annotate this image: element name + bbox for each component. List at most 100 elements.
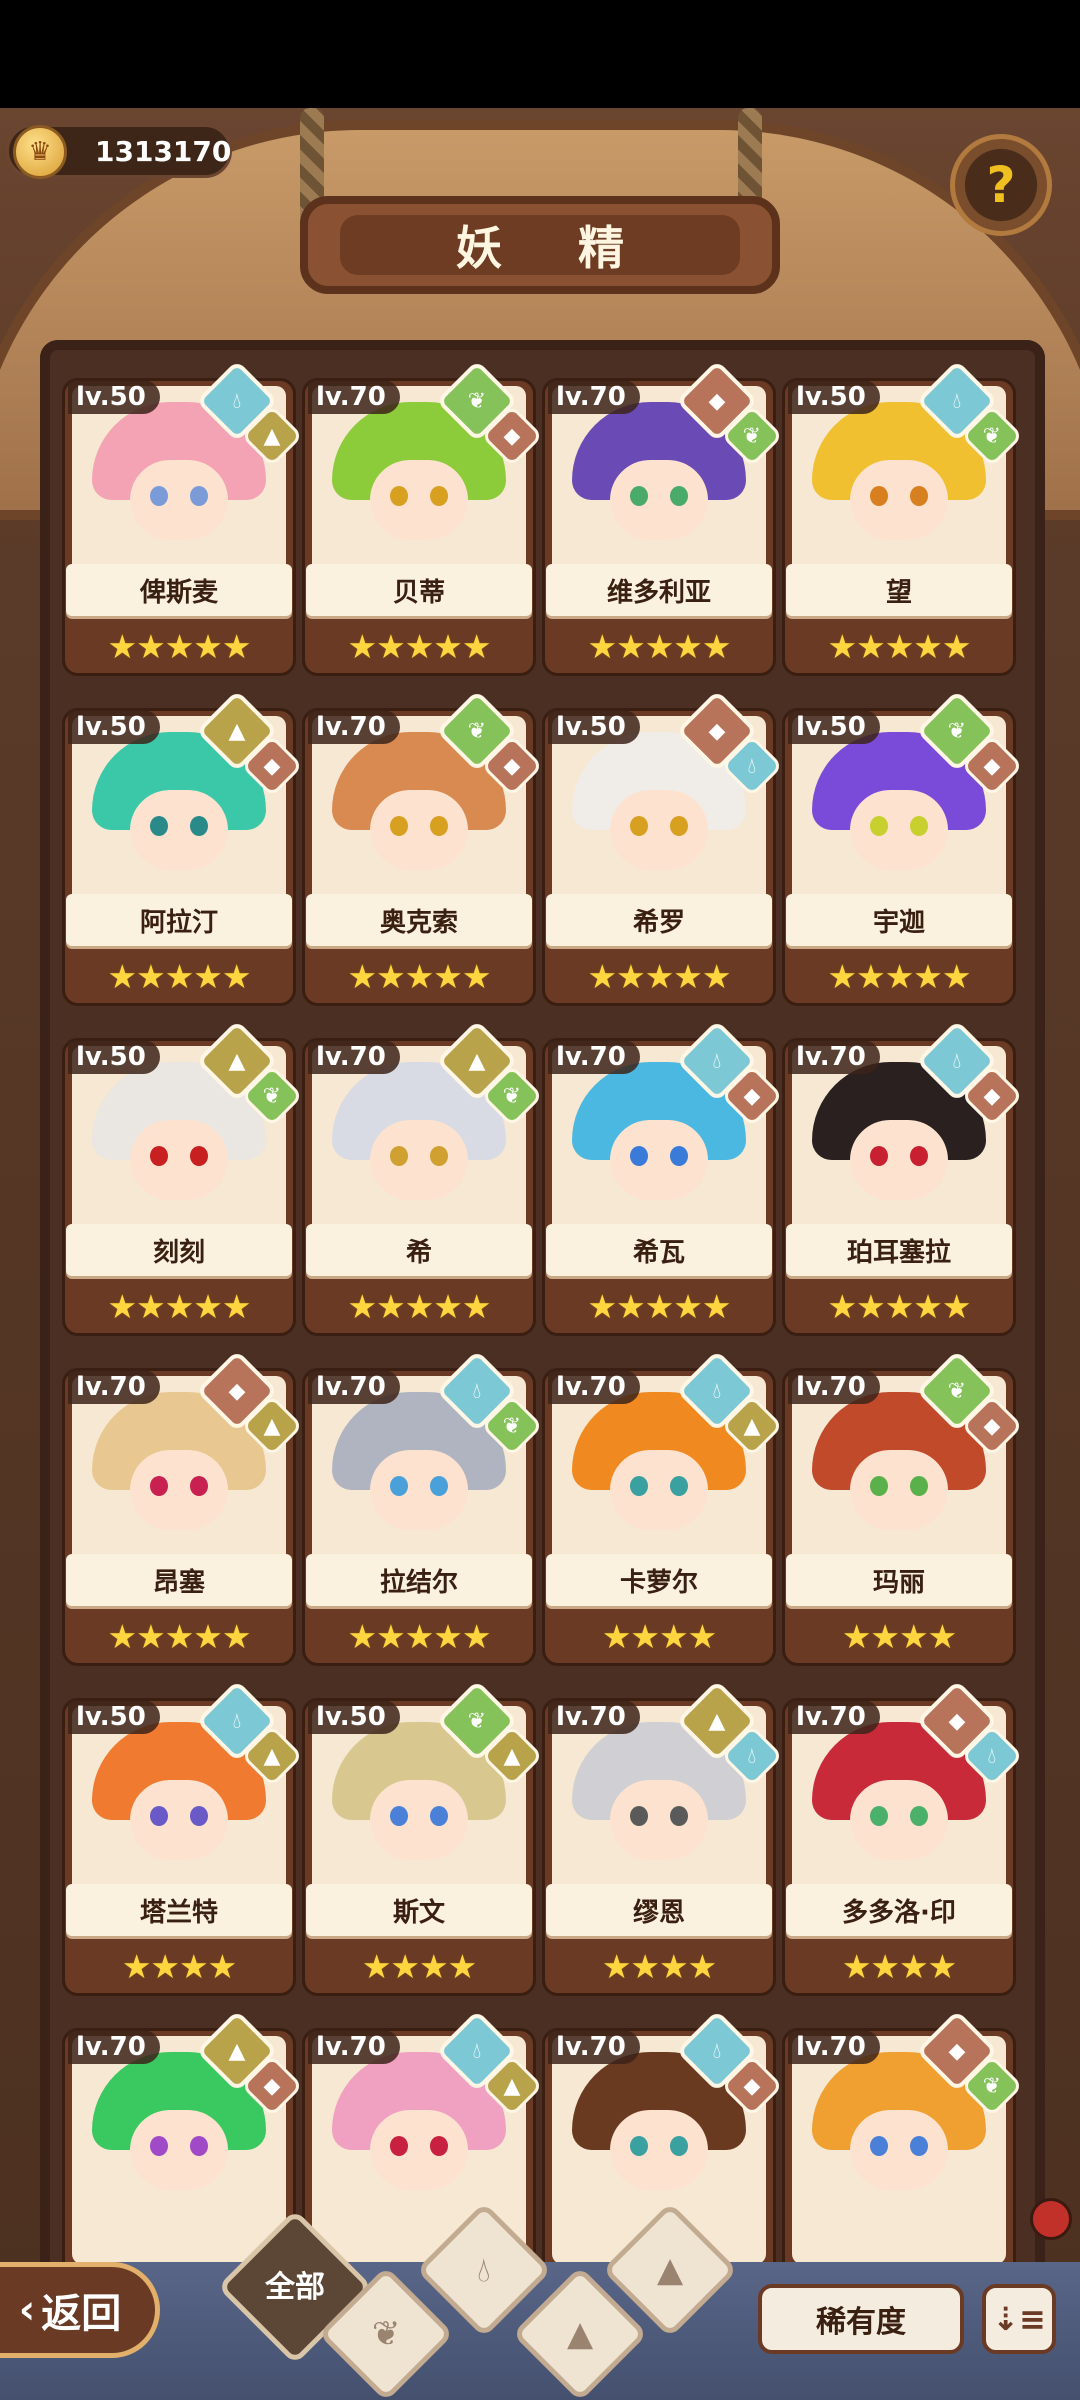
fairy-eye-left [870,2136,888,2156]
star-rating: ★★★★★ [347,626,492,666]
help-button[interactable]: ? [950,134,1052,236]
coin-amount: 1313170 [95,135,232,168]
fairy-face [850,790,948,870]
fairy-level: lv.50 [548,710,640,744]
fairy-card[interactable]: lv.50 ❦ ▲ 斯文 ★★★★ [302,1679,544,1996]
back-button-label: 返回 [41,2291,122,2337]
fairy-card[interactable]: lv.70 💧︎ ▲ 卡萝尔 ★★★★ [542,1349,784,1666]
fairy-name: 珀耳塞拉 [786,1224,1012,1276]
fairy-face [610,1450,708,1530]
fairy-name: 斯文 [306,1884,532,1936]
fairy-card[interactable]: lv.70 💧︎ ◆ 珀耳塞拉 ★★★★★ [782,1019,1024,1336]
rarity-sort-button[interactable]: 稀有度 [758,2284,964,2354]
fairy-level: lv.70 [308,380,400,414]
fairy-name: 玛丽 [786,1554,1012,1606]
fairy-name: 阿拉汀 [66,894,292,946]
star-rating: ★★★★★ [107,1286,252,1326]
fairy-level: lv.70 [308,710,400,744]
page-title: 妖 精 [340,215,740,275]
sprout-icon: ❦ [371,2314,401,2354]
fairy-eye-right [670,1146,688,1166]
fairy-eye-left [390,2136,408,2156]
fairy-face [850,1780,948,1860]
fairy-level: lv.70 [788,2030,880,2064]
star-rating: ★★★★★ [347,956,492,996]
fairy-eye-left [630,2136,648,2156]
fairy-eye-left [390,1806,408,1826]
fairy-card[interactable]: lv.50 ▲ ◆ 阿拉汀 ★★★★★ [62,689,304,1006]
fairy-card[interactable]: lv.50 ◆ 💧︎ 希罗 ★★★★★ [542,689,784,1006]
fairy-card[interactable]: lv.70 ❦ ◆ 玛丽 ★★★★ [782,1349,1024,1666]
fairy-level: lv.70 [548,380,640,414]
fairy-level: lv.50 [788,710,880,744]
fairy-eye-right [190,1476,208,1496]
fairy-eye-left [150,1806,168,1826]
fairy-card[interactable]: lv.70 ◆ ▲ 昂塞 ★★★★★ [62,1349,304,1666]
fairy-eye-right [910,1146,928,1166]
star-rating: ★★★★ [841,1946,957,1986]
fairy-face [610,2110,708,2190]
fairy-eye-right [190,1146,208,1166]
fairy-card[interactable]: lv.70 💧︎ ◆ 希瓦 ★★★★★ [542,1019,784,1336]
ladybug-icon[interactable] [1030,2198,1072,2240]
fairy-eye-left [870,1476,888,1496]
fairy-name: 缪恩 [546,1884,772,1936]
fairy-card[interactable]: lv.70 ❦ ◆ 贝蒂 ★★★★★ [302,359,544,676]
star-rating: ★★★★★ [587,1286,732,1326]
star-rating: ★★★★★ [107,626,252,666]
fairy-eye-right [670,816,688,836]
back-button[interactable]: ‹ 返回 [0,2262,160,2358]
fairy-face [130,1450,228,1530]
fairy-eye-left [630,816,648,836]
fairy-card[interactable]: lv.70 💧︎ ❦ 拉结尔 ★★★★★ [302,1349,544,1666]
fairy-card[interactable]: lv.70 ▲ ❦ 希 ★★★★★ [302,1019,544,1336]
star-rating: ★★★★★ [827,956,972,996]
fairy-card[interactable]: lv.70 ▲ 💧︎ 缪恩 ★★★★ [542,1679,784,1996]
fairy-eye-left [390,816,408,836]
water-drop-icon: 💧︎ [477,2249,491,2290]
fairy-eye-right [910,486,928,506]
fairy-name: 希 [306,1224,532,1276]
fairy-card[interactable]: lv.70 ❦ ◆ 奥克索 ★★★★★ [302,689,544,1006]
fairy-name: 卡萝尔 [546,1554,772,1606]
fairy-face [850,460,948,540]
star-rating: ★★★★★ [587,626,732,666]
fairy-eye-right [910,2136,928,2156]
fairy-eye-right [430,486,448,506]
fairy-level: lv.50 [68,710,160,744]
fairy-card[interactable]: lv.50 💧︎ ▲ 塔兰特 ★★★★ [62,1679,304,1996]
fairy-face [610,460,708,540]
fairy-card[interactable]: lv.50 💧︎ ▲ 俾斯麦 ★★★★★ [62,359,304,676]
fairy-card[interactable]: lv.50 ❦ ◆ 宇迦 ★★★★★ [782,689,1024,1006]
fairy-level: lv.70 [548,1370,640,1404]
fairy-card[interactable]: lv.50 ▲ ❦ 刻刻 ★★★★★ [62,1019,304,1336]
fairy-eye-left [150,816,168,836]
fairy-eye-right [670,1806,688,1826]
fairy-face [850,2110,948,2190]
fairy-eye-left [390,1146,408,1166]
fairy-card[interactable]: lv.50 💧︎ ❦ 望 ★★★★★ [782,359,1024,676]
fairy-eye-left [390,1476,408,1496]
crown-coin-icon: ♛ [13,125,67,179]
fairy-level: lv.70 [548,2030,640,2064]
fairy-eye-left [390,486,408,506]
fairy-name: 昂塞 [66,1554,292,1606]
fairy-eye-right [670,2136,688,2156]
star-rating: ★★★★★ [347,1286,492,1326]
fairy-name: 俾斯麦 [66,564,292,616]
star-rating: ★★★★★ [827,626,972,666]
fairy-name: 贝蒂 [306,564,532,616]
fairy-face [370,2110,468,2190]
sort-order-button[interactable]: ⇣≡ [982,2284,1056,2354]
star-rating: ★★★★ [361,1946,477,1986]
mountain-icon: ▲ [566,2314,594,2354]
fairy-card[interactable]: lv.70 ◆ ❦ 维多利亚 ★★★★★ [542,359,784,676]
filter-all-label: 全部 [265,2270,325,2305]
sort-icon: ⇣≡ [992,2300,1046,2338]
fairy-eye-right [430,1146,448,1166]
fairy-eye-left [870,1806,888,1826]
fairy-level: lv.50 [68,1700,160,1734]
fairy-card[interactable]: lv.70 ◆ 💧︎ 多多洛·印 ★★★★ [782,1679,1024,1996]
fairy-eye-right [670,1476,688,1496]
star-rating: ★★★★ [121,1946,237,1986]
